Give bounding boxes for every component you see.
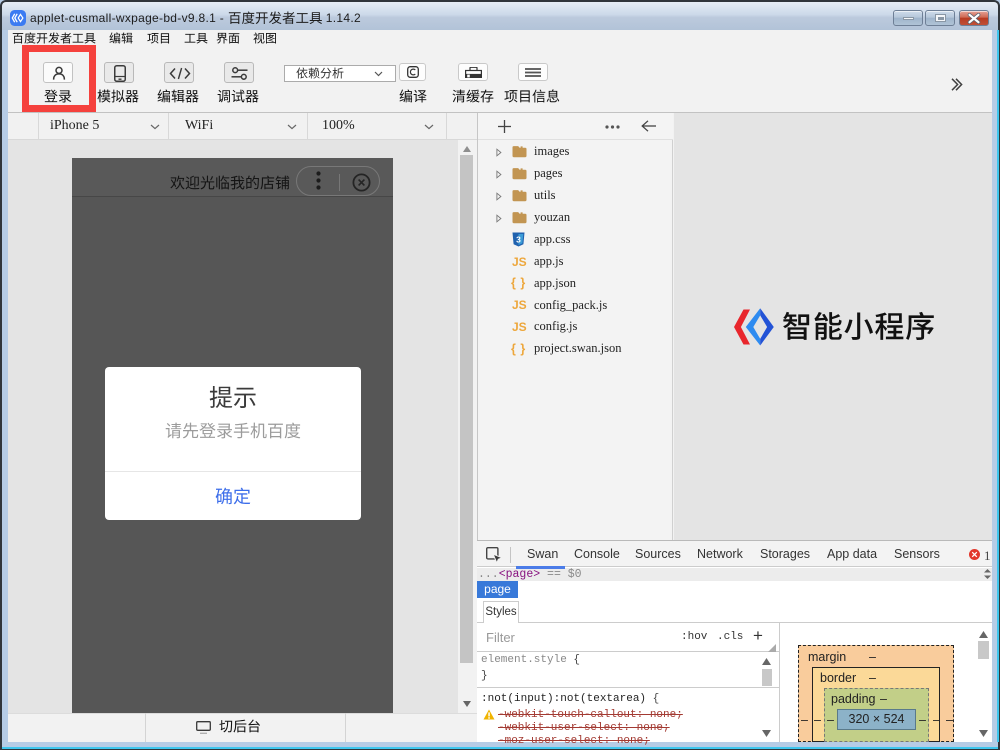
svg-text:3: 3 [516, 235, 521, 245]
